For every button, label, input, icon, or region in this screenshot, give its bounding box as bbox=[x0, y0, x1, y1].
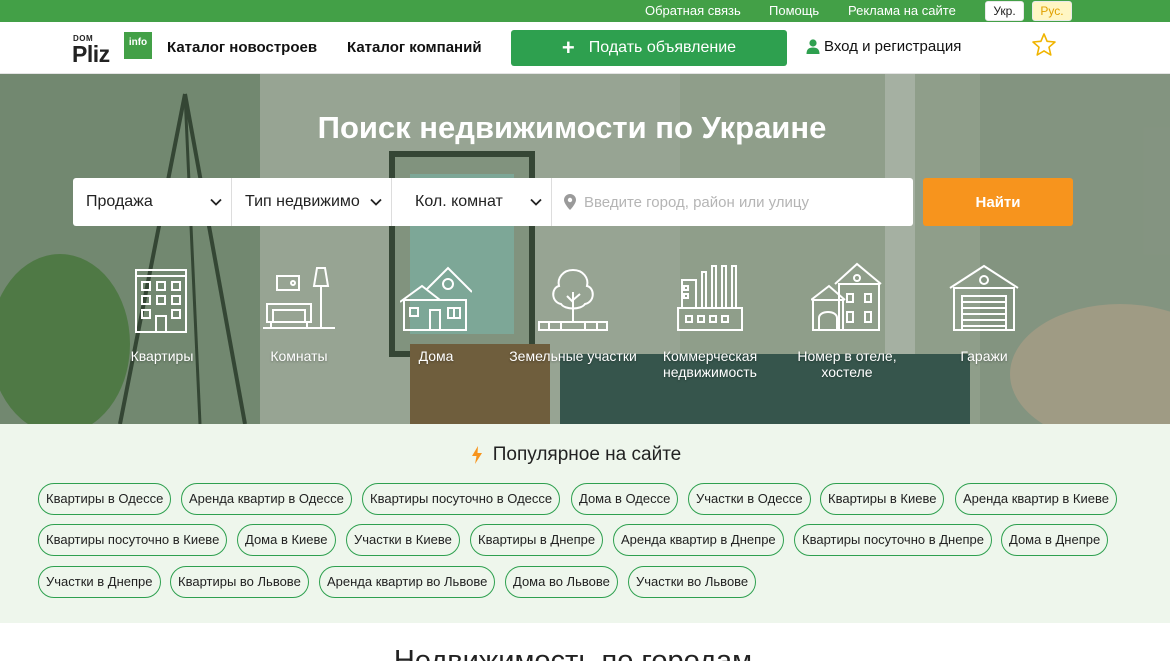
popular-section: Популярное на сайте Квартиры в Одессе Ар… bbox=[0, 424, 1170, 623]
site-logo[interactable]: DOM Pliz info bbox=[72, 31, 154, 67]
map-pin-icon bbox=[564, 194, 576, 210]
rooms-count-value: Кол. комнат bbox=[415, 193, 503, 210]
cities-title: Недвижимость по городам bbox=[393, 645, 753, 661]
location-search-input[interactable] bbox=[584, 193, 904, 211]
category-label: Номер в отеле, хостеле bbox=[797, 348, 897, 380]
property-type-select[interactable]: Тип недвижимо bbox=[232, 178, 392, 226]
category-label: Квартиры bbox=[130, 348, 194, 364]
help-link[interactable]: Помощь bbox=[769, 3, 819, 18]
popular-tag[interactable]: Квартиры посуточно в Днепре bbox=[794, 524, 992, 556]
category-commercial[interactable]: Коммерческая недвижимость bbox=[640, 262, 780, 380]
popular-tag[interactable]: Дома в Одессе bbox=[571, 483, 679, 515]
rooms-count-select[interactable]: Кол. комнат bbox=[392, 178, 552, 226]
popular-tag[interactable]: Аренда квартир в Днепре bbox=[613, 524, 784, 556]
nav-catalog-companies[interactable]: Каталог компаний bbox=[347, 39, 482, 56]
top-utility-bar: Обратная связь Помощь Реклама на сайте У… bbox=[0, 0, 1170, 22]
popular-tag[interactable]: Дома во Львове bbox=[505, 566, 618, 598]
house-icon bbox=[400, 266, 472, 331]
popular-tag[interactable]: Квартиры во Львове bbox=[170, 566, 309, 598]
favorites-star-icon[interactable] bbox=[1031, 32, 1057, 58]
deal-type-value: Продажа bbox=[86, 193, 153, 210]
location-field[interactable] bbox=[552, 178, 913, 226]
language-rus-button[interactable]: Рус. bbox=[1032, 1, 1072, 21]
chevron-down-icon bbox=[530, 198, 542, 206]
popular-tag[interactable]: Квартиры посуточно в Киеве bbox=[38, 524, 228, 556]
cities-section: Недвижимость по городам bbox=[0, 623, 1170, 661]
login-link[interactable]: Вход и регистрация bbox=[806, 38, 961, 55]
garage-icon bbox=[949, 264, 1019, 331]
user-icon bbox=[806, 39, 820, 54]
popular-tag[interactable]: Квартиры в Киеве bbox=[820, 483, 945, 515]
category-label: Дома bbox=[418, 348, 454, 364]
chevron-down-icon bbox=[370, 198, 382, 206]
factory-icon bbox=[677, 265, 743, 331]
hero-title: Поиск недвижимости по Украине bbox=[317, 110, 827, 145]
popular-tag[interactable]: Дома в Киеве bbox=[237, 524, 336, 556]
lightning-icon bbox=[471, 446, 482, 464]
nav-catalog-new-buildings[interactable]: Каталог новостроев bbox=[167, 39, 317, 56]
popular-tag[interactable]: Аренда квартир в Одессе bbox=[181, 483, 352, 515]
category-land-plots[interactable]: Земельные участки bbox=[503, 262, 643, 364]
post-ad-button[interactable]: + Подать объявление bbox=[511, 30, 787, 66]
category-label: Земельные участки bbox=[509, 348, 637, 364]
advertising-link[interactable]: Реклама на сайте bbox=[848, 3, 956, 18]
popular-tag[interactable]: Аренда квартир в Киеве bbox=[955, 483, 1117, 515]
category-garages[interactable]: Гаражи bbox=[914, 262, 1054, 364]
land-plot-tree-icon bbox=[538, 268, 608, 331]
popular-tag[interactable]: Участки во Львове bbox=[628, 566, 757, 598]
popular-tag[interactable]: Дома в Днепре bbox=[1001, 524, 1109, 556]
language-ukr-button[interactable]: Укр. bbox=[985, 1, 1024, 21]
plus-icon: + bbox=[561, 35, 575, 60]
deal-type-select[interactable]: Продажа bbox=[73, 178, 232, 226]
popular-tag[interactable]: Участки в Киеве bbox=[346, 524, 460, 556]
feedback-link[interactable]: Обратная связь bbox=[645, 3, 741, 18]
popular-tag[interactable]: Квартиры в Днепре bbox=[470, 524, 604, 556]
popular-title-text: Популярное на сайте bbox=[492, 444, 682, 465]
property-type-value: Тип недвижимо bbox=[245, 193, 360, 210]
popular-tag[interactable]: Аренда квартир во Львове bbox=[319, 566, 496, 598]
logo-pliz-text: Pliz bbox=[72, 41, 110, 67]
chevron-down-icon bbox=[210, 198, 222, 206]
category-houses[interactable]: Дома bbox=[366, 262, 506, 364]
category-label: Комнаты bbox=[270, 348, 328, 364]
popular-title: Популярное на сайте bbox=[0, 444, 1152, 466]
popular-tag[interactable]: Квартиры посуточно в Одессе bbox=[362, 483, 561, 515]
category-hotel[interactable]: Номер в отеле, хостеле bbox=[777, 262, 917, 380]
category-apartments[interactable]: Квартиры bbox=[92, 262, 232, 364]
category-label: Коммерческая недвижимость bbox=[662, 348, 758, 380]
find-button[interactable]: Найти bbox=[923, 178, 1073, 226]
main-header: DOM Pliz info Каталог новостроев Каталог… bbox=[0, 22, 1170, 74]
logo-info-badge: info bbox=[124, 32, 152, 59]
popular-tag[interactable]: Квартиры в Одессе bbox=[38, 483, 172, 515]
login-label: Вход и регистрация bbox=[824, 38, 962, 55]
search-bar: Продажа Тип недвижимо Кол. комнат bbox=[73, 178, 913, 226]
post-ad-label: Подать объявление bbox=[588, 39, 737, 56]
popular-tag[interactable]: Участки в Одессе bbox=[688, 483, 811, 515]
room-interior-icon bbox=[263, 267, 335, 329]
category-rooms[interactable]: Комнаты bbox=[229, 262, 369, 364]
popular-tag[interactable]: Участки в Днепре bbox=[38, 566, 161, 598]
hero-search-section: Поиск недвижимости по Украине Продажа Ти… bbox=[0, 74, 1170, 424]
category-label: Гаражи bbox=[960, 348, 1008, 364]
apartment-building-icon bbox=[135, 269, 187, 333]
hotel-icon bbox=[811, 262, 882, 331]
